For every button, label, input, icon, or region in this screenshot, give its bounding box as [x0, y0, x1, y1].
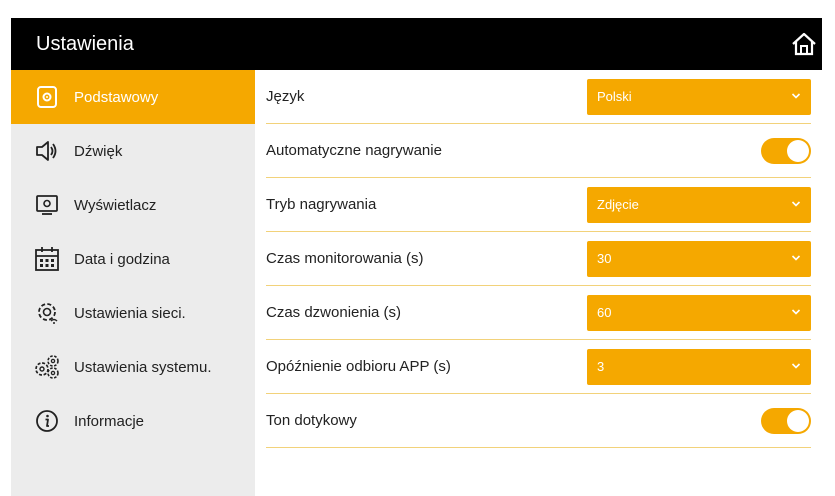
setting-label: Język: [266, 88, 305, 105]
info-icon: [34, 408, 60, 434]
sidebar-item-wyswietlacz[interactable]: Wyświetlacz: [11, 178, 255, 232]
sidebar-item-label: Wyświetlacz: [74, 196, 157, 214]
chevron-down-icon: [791, 363, 801, 369]
sidebar-item-label: Informacje: [74, 412, 145, 430]
setting-label: Czas monitorowania (s): [266, 250, 424, 267]
touch-tone-toggle[interactable]: [761, 408, 811, 434]
dropdown-value: 60: [597, 305, 612, 320]
page-title: Ustawienia: [36, 33, 134, 55]
sidebar: Podstawowy Dźwięk Wyświetlacz Data i god…: [11, 70, 255, 496]
chevron-down-icon: [791, 309, 801, 315]
network-gear-icon: [34, 300, 60, 326]
setting-label: Opóźnienie odbioru APP (s): [266, 358, 451, 375]
setting-row-automatyczne-nagrywanie: Automatyczne nagrywanie: [266, 124, 811, 178]
chevron-down-icon: [791, 93, 801, 99]
dropdown-value: Polski: [597, 89, 632, 104]
speaker-icon: [34, 138, 60, 164]
sidebar-item-label: Dźwięk: [74, 142, 123, 160]
setting-row-opoznienie-odbioru: Opóźnienie odbioru APP (s) 3: [266, 340, 811, 394]
app-delay-dropdown[interactable]: 3: [587, 349, 811, 385]
sidebar-item-label: Podstawowy: [74, 88, 159, 106]
language-dropdown[interactable]: Polski: [587, 79, 811, 115]
sidebar-item-data-i-godzina[interactable]: Data i godzina: [11, 232, 255, 286]
setting-label: Ton dotykowy: [266, 412, 357, 429]
dropdown-value: 3: [597, 359, 605, 374]
sidebar-item-ustawienia-sieci[interactable]: Ustawienia sieci.: [11, 286, 255, 340]
setting-row-tryb-nagrywania: Tryb nagrywania Zdjęcie: [266, 178, 811, 232]
setting-label: Automatyczne nagrywanie: [266, 142, 442, 159]
settings-screen: Ustawienia Podstawowy Dźwięk Wyświetlacz…: [11, 18, 822, 496]
monitor-icon: [34, 192, 60, 218]
calendar-icon: [34, 246, 60, 272]
dropdown-value: Zdjęcie: [597, 197, 639, 212]
ring-time-dropdown[interactable]: 60: [587, 295, 811, 331]
sidebar-item-podstawowy[interactable]: Podstawowy: [11, 70, 255, 124]
chevron-down-icon: [791, 255, 801, 261]
sidebar-item-dzwiek[interactable]: Dźwięk: [11, 124, 255, 178]
setting-label: Tryb nagrywania: [266, 196, 377, 213]
gear-square-icon: [34, 84, 60, 110]
home-icon[interactable]: [790, 30, 818, 58]
header-bar: Ustawienia: [11, 18, 822, 70]
auto-record-toggle[interactable]: [761, 138, 811, 164]
setting-row-jezyk: Język Polski: [266, 70, 811, 124]
dropdown-value: 30: [597, 251, 612, 266]
setting-row-czas-dzwonienia: Czas dzwonienia (s) 60: [266, 286, 811, 340]
chevron-down-icon: [791, 201, 801, 207]
sidebar-item-label: Ustawienia systemu.: [74, 358, 212, 376]
monitor-time-dropdown[interactable]: 30: [587, 241, 811, 277]
setting-label: Czas dzwonienia (s): [266, 304, 402, 321]
toggle-knob: [787, 410, 809, 432]
record-mode-dropdown[interactable]: Zdjęcie: [587, 187, 811, 223]
sidebar-item-informacje[interactable]: Informacje: [11, 394, 255, 448]
sidebar-item-label: Data i godzina: [74, 250, 170, 268]
toggle-knob: [787, 140, 809, 162]
sidebar-item-label: Ustawienia sieci.: [74, 304, 186, 322]
setting-row-ton-dotykowy: Ton dotykowy: [266, 394, 811, 448]
settings-panel: Język Polski Automatyczne nagrywanie Try…: [255, 70, 822, 496]
sidebar-item-ustawienia-systemu[interactable]: Ustawienia systemu.: [11, 340, 255, 394]
setting-row-czas-monitorowania: Czas monitorowania (s) 30: [266, 232, 811, 286]
gears-icon: [34, 354, 60, 380]
